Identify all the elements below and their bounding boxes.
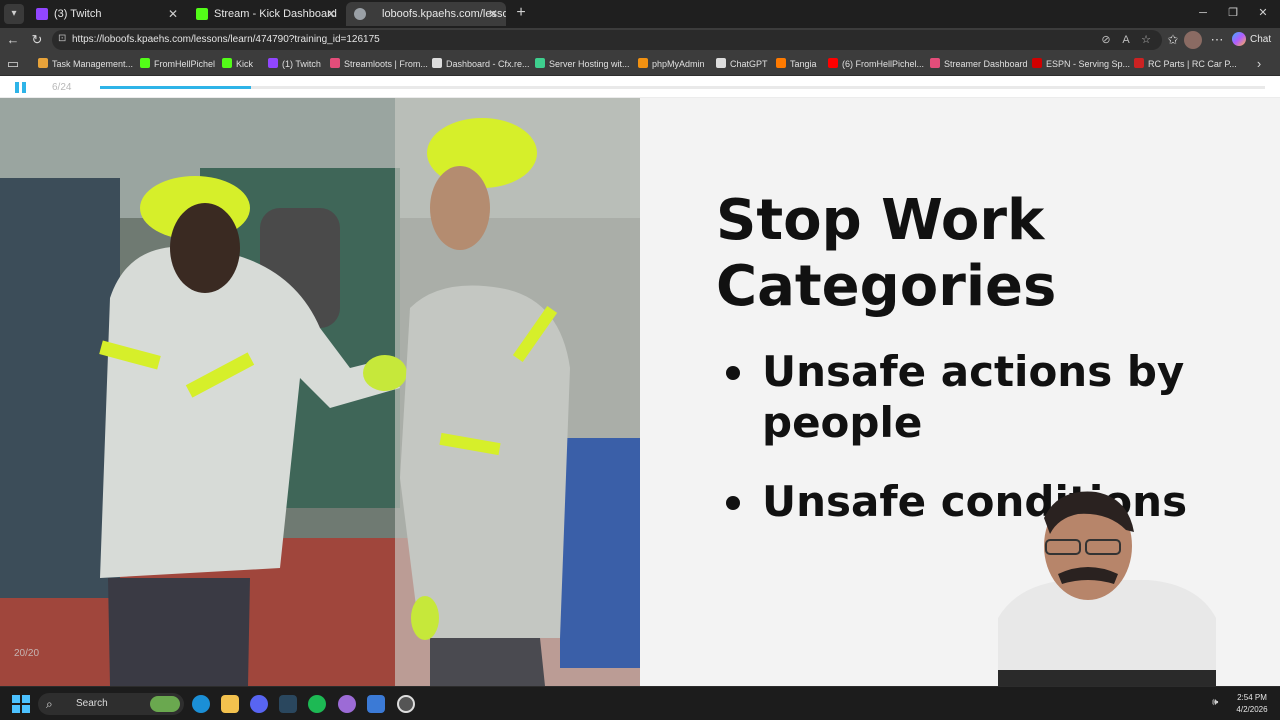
bookmark-favicon <box>330 58 340 68</box>
bookmark-favicon <box>930 58 940 68</box>
taskbar: ⌕ Search 🕪 2:54 PM 4/2/2026 <box>0 686 1280 720</box>
refresh-icon[interactable]: ↻ <box>28 31 46 49</box>
bookmarks-overflow-icon[interactable]: › <box>1250 55 1268 73</box>
tab-kick-dashboard[interactable]: Stream - Kick Dashboard ✕ <box>188 2 344 26</box>
kick-icon <box>196 8 208 20</box>
back-icon[interactable]: ← <box>4 31 22 49</box>
edge-icon[interactable] <box>192 695 210 713</box>
bookmark-cfx-dashboard[interactable]: Dashboard - Cfx.re... <box>432 52 530 76</box>
slide-title: Stop Work Categories <box>716 188 1057 319</box>
restore-icon[interactable]: ❐ <box>1218 4 1248 22</box>
close-icon[interactable]: ✕ <box>168 2 178 26</box>
bookmark-task-management[interactable]: Task Management... <box>38 52 133 76</box>
taskbar-search[interactable]: ⌕ Search <box>38 693 184 715</box>
youtube-icon <box>828 58 838 68</box>
address-bar[interactable]: ⊡ https://loboofs.kpaehs.com/lessons/lea… <box>52 30 1162 50</box>
clock-time: 2:54 PM <box>1237 693 1267 702</box>
kick-icon <box>222 58 232 68</box>
bookmark-phpmyadmin[interactable]: phpMyAdmin <box>638 52 705 76</box>
navigation-bar: ← ↻ ⊡ https://loboofs.kpaehs.com/lessons… <box>0 28 1280 52</box>
read-aloud-icon[interactable]: A <box>1118 32 1134 48</box>
copilot-icon <box>1232 32 1246 47</box>
copilot-chat-button[interactable]: Chat <box>1232 31 1276 49</box>
espn-icon <box>1032 58 1042 68</box>
pause-icon[interactable] <box>15 82 27 93</box>
bookmark-fromhellpichel[interactable]: FromHellPichel <box>140 52 215 76</box>
slide-counter: 6/24 <box>52 82 72 93</box>
windows-start-icon[interactable] <box>12 695 30 713</box>
tab-twitch[interactable]: (3) Twitch ✕ <box>28 2 186 26</box>
progress-bar[interactable] <box>100 86 1265 89</box>
tracking-prevention-icon[interactable]: ⊘ <box>1098 32 1114 48</box>
bullet-dot <box>726 496 740 510</box>
progress-fill <box>100 86 252 89</box>
bookmark-youtube-fromhellpichel[interactable]: (6) FromHellPichel... <box>828 52 924 76</box>
spotify-icon[interactable] <box>308 695 326 713</box>
bullet-text: Unsafe actions by people <box>762 347 1185 447</box>
browser-tab-strip: ▾ (3) Twitch ✕ Stream - Kick Dashboard ✕… <box>0 0 1280 28</box>
file-explorer-icon[interactable] <box>221 695 239 713</box>
steam-icon[interactable] <box>279 695 297 713</box>
close-icon[interactable]: ✕ <box>326 2 336 26</box>
photo-counter: 20/20 <box>14 648 40 659</box>
profile-avatar[interactable] <box>1184 31 1202 49</box>
bookmark-tangia[interactable]: Tangia <box>776 52 817 76</box>
bookmark-espn[interactable]: ESPN - Serving Sp... <box>1032 52 1130 76</box>
player-controls: 6/24 <box>0 76 1280 98</box>
bookmark-twitch[interactable]: (1) Twitch <box>268 52 321 76</box>
app-icon[interactable] <box>338 695 356 713</box>
discord-icon[interactable] <box>250 695 268 713</box>
system-clock[interactable]: 2:54 PM 4/2/2026 <box>1230 692 1274 716</box>
search-label: Search <box>76 698 108 709</box>
search-highlight-icon <box>150 696 180 712</box>
site-info-icon[interactable]: ⊡ <box>58 33 70 45</box>
bookmark-favicon <box>535 58 545 68</box>
close-window-icon[interactable]: ✕ <box>1248 4 1278 22</box>
copilot-label: Chat <box>1250 34 1272 45</box>
close-icon[interactable]: ✕ <box>488 2 498 26</box>
collections-icon[interactable]: ▭ <box>4 55 22 73</box>
twitch-icon <box>36 8 48 20</box>
tab-actions-menu-icon[interactable]: ▾ <box>4 4 24 24</box>
obs-icon[interactable] <box>397 695 415 713</box>
lesson-page: 6/24 20/20 Stop Work Categories Unsafe a… <box>0 76 1280 686</box>
bookmark-favicon <box>140 58 150 68</box>
twitch-icon <box>268 58 278 68</box>
bookmark-streamloots[interactable]: Streamloots | From... <box>330 52 428 76</box>
webcam-overlay <box>998 488 1216 686</box>
bookmark-favicon <box>638 58 648 68</box>
minimize-icon[interactable]: ─ <box>1188 4 1218 22</box>
bookmark-kick[interactable]: Kick <box>222 52 253 76</box>
speaker-icon[interactable]: 🕪 <box>1212 697 1218 708</box>
new-tab-icon[interactable]: + <box>512 4 530 22</box>
bookmark-favicon <box>432 58 442 68</box>
favorites-icon[interactable]: ✩ <box>1164 31 1182 49</box>
bookmark-favicon <box>776 58 786 68</box>
app-icon[interactable] <box>367 695 385 713</box>
tab-label: Stream - Kick Dashboard <box>214 8 337 20</box>
clock-date: 4/2/2026 <box>1236 705 1268 714</box>
bookmarks-bar: ▭ Task Management... FromHellPichel Kick… <box>0 52 1280 76</box>
workers-photo: 20/20 <box>0 98 640 686</box>
bookmark-streamer-dashboard[interactable]: Streamer Dashboard <box>930 52 1028 76</box>
slide: 20/20 Stop Work Categories Unsafe action… <box>0 98 1280 686</box>
chatgpt-icon <box>716 58 726 68</box>
favorite-star-icon[interactable]: ☆ <box>1138 32 1154 48</box>
bookmark-favicon <box>1134 58 1144 68</box>
bullet-dot <box>726 366 740 380</box>
globe-icon <box>354 8 366 20</box>
address-text[interactable]: https://loboofs.kpaehs.com/lessons/learn… <box>72 30 380 50</box>
bookmark-favicon <box>38 58 48 68</box>
tab-label: (3) Twitch <box>54 8 102 20</box>
more-options-icon[interactable]: ⋯ <box>1208 31 1226 49</box>
search-icon: ⌕ <box>46 697 53 711</box>
bookmark-rc-parts[interactable]: RC Parts | RC Car P... <box>1134 52 1237 76</box>
bookmark-chatgpt[interactable]: ChatGPT <box>716 52 768 76</box>
tab-lesson[interactable]: loboofs.kpaehs.com/lessons/l ✕ <box>346 2 506 26</box>
bookmark-server-hosting[interactable]: Server Hosting wit... <box>535 52 630 76</box>
